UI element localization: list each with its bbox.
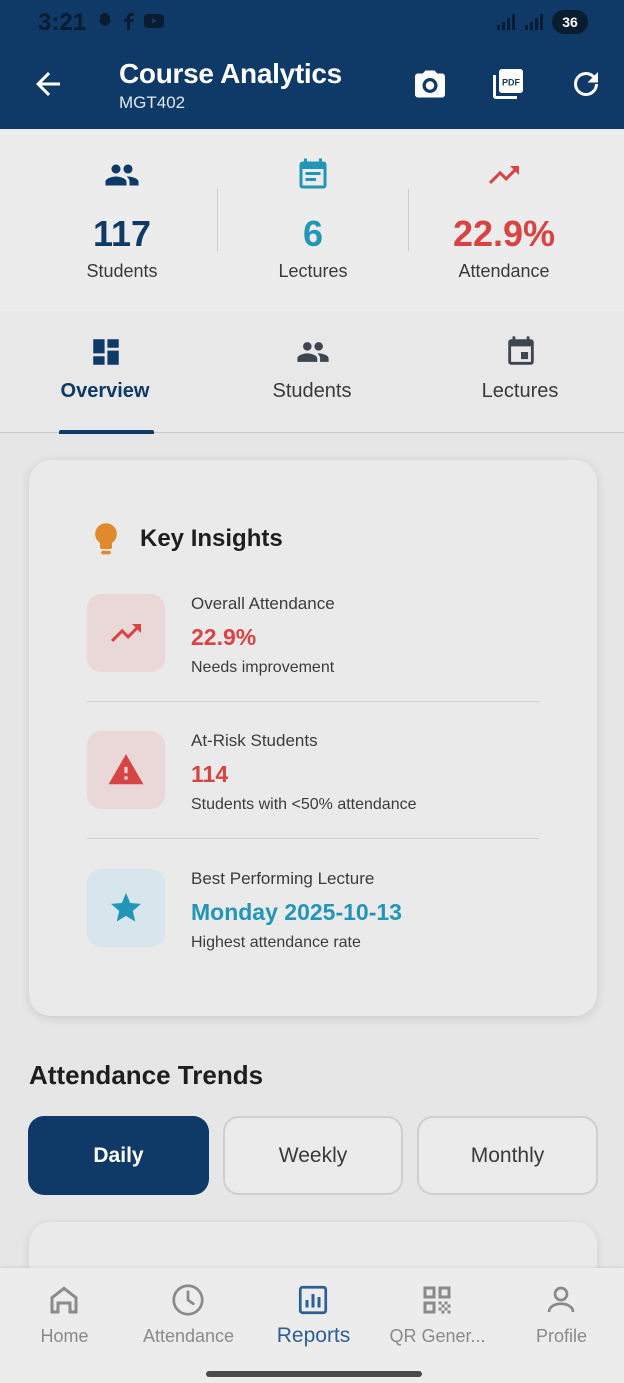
insight-note: Students with <50% attendance <box>191 796 417 813</box>
nav-home[interactable]: Home <box>2 1268 127 1368</box>
snapchat-icon <box>98 13 112 26</box>
insight-value: 22.9% <box>191 624 257 650</box>
insight-value: Monday 2025-10-13 <box>191 899 402 925</box>
star-icon <box>111 893 141 922</box>
insight-note: Highest attendance rate <box>191 934 361 951</box>
divider <box>87 838 539 839</box>
gesture-bar <box>206 1371 422 1377</box>
nav-profile-label: Profile <box>535 1326 588 1346</box>
people-icon <box>105 164 139 186</box>
insight-best-lecture: Best Performing Lecture Monday 2025-10-1… <box>87 869 539 989</box>
svg-text:PDF: PDF <box>502 78 521 88</box>
tab-students[interactable]: Students <box>208 311 416 433</box>
battery-icon: 36 <box>552 10 588 34</box>
trending-up-icon <box>111 624 141 642</box>
home-icon <box>50 1286 78 1314</box>
notification-icons <box>95 11 165 31</box>
stat-students-value: 117 <box>92 213 152 254</box>
nav-home-label: Home <box>40 1326 89 1346</box>
page-title: Course Analytics <box>119 58 342 89</box>
profile-icon <box>547 1286 575 1313</box>
system-icons: 36 <box>496 10 588 34</box>
nav-qr-generator[interactable]: QR Gener... <box>375 1268 500 1368</box>
stat-attendance-label: Attendance <box>458 261 550 281</box>
nav-attendance[interactable]: Attendance <box>126 1268 251 1368</box>
insight-at-risk-students: At-Risk Students 114 Students with <50% … <box>87 731 539 851</box>
tab-bar: Overview Students Lectures <box>0 311 624 434</box>
qr-code-icon <box>423 1286 451 1314</box>
tab-indicator <box>59 430 154 434</box>
stat-lectures-label: Lectures <box>278 261 348 281</box>
insight-icon-box <box>87 594 165 672</box>
course-code: MGT402 <box>119 93 186 112</box>
lightbulb-icon <box>95 523 117 555</box>
tab-lectures[interactable]: Lectures <box>416 311 624 433</box>
insight-label: Overall Attendance <box>191 594 335 613</box>
pdf-icon[interactable]: PDF <box>490 66 526 102</box>
insight-label: Best Performing Lecture <box>191 869 375 888</box>
insight-icon-box <box>87 869 165 947</box>
segment-daily[interactable]: Daily <box>28 1116 209 1195</box>
warning-icon <box>108 754 144 785</box>
insight-value: 114 <box>191 761 229 787</box>
clock-icon <box>172 1284 204 1316</box>
stat-lectures: 6 Lectures <box>218 129 408 311</box>
section-title-trends: Attendance Trends <box>29 1060 264 1090</box>
calendar-note-icon <box>299 158 327 189</box>
facebook-icon <box>124 13 134 30</box>
tab-lectures-label: Lectures <box>481 380 559 402</box>
stats-summary: 117 Students 6 Lectures 22.9% Attendance <box>0 129 624 311</box>
tab-overview-label: Overview <box>60 380 150 402</box>
camera-icon[interactable] <box>412 66 448 102</box>
key-insights-card: Key Insights Overall Attendance 22.9% Ne… <box>29 460 597 1016</box>
nav-profile[interactable]: Profile <box>499 1268 624 1368</box>
divider <box>87 701 539 702</box>
signal-2-icon <box>525 14 543 30</box>
insight-note: Needs improvement <box>191 659 335 676</box>
nav-attendance-label: Attendance <box>142 1326 235 1346</box>
stat-lectures-value: 6 <box>302 213 324 254</box>
stat-attendance: 22.9% Attendance <box>409 129 599 311</box>
insight-icon-box <box>87 731 165 809</box>
status-time: 3:21 <box>38 9 87 36</box>
nav-reports-label: Reports <box>276 1324 351 1347</box>
calendar-icon <box>508 336 534 365</box>
insight-overall-attendance: Overall Attendance 22.9% Needs improveme… <box>87 594 539 714</box>
status-bar: 3:21 36 <box>0 0 624 44</box>
tab-overview[interactable]: Overview <box>1 311 209 434</box>
reports-icon <box>298 1285 328 1315</box>
signal-icon <box>497 14 515 30</box>
back-arrow-icon[interactable] <box>30 66 66 102</box>
segment-weekly[interactable]: Weekly <box>223 1116 403 1195</box>
stat-attendance-value: 22.9% <box>452 213 556 254</box>
youtube-icon <box>144 14 164 28</box>
bottom-navigation: Home Attendance Reports QR Gener... Prof… <box>0 1268 624 1383</box>
nav-qr-label: QR Gener... <box>389 1326 486 1346</box>
stat-students-label: Students <box>86 261 158 281</box>
trending-up-icon <box>489 166 519 184</box>
app-bar: 3:21 36 Course Analytics MGT402 PDF <box>0 0 624 129</box>
refresh-icon[interactable] <box>568 66 604 102</box>
nav-reports[interactable]: Reports <box>251 1268 376 1368</box>
tab-students-label: Students <box>272 380 352 402</box>
insights-title: Key Insights <box>140 525 283 552</box>
segment-monthly[interactable]: Monthly <box>417 1116 598 1195</box>
dashboard-icon <box>93 339 119 365</box>
insight-label: At-Risk Students <box>191 731 318 750</box>
people-icon <box>297 342 329 362</box>
stat-students: 117 Students <box>27 129 217 311</box>
